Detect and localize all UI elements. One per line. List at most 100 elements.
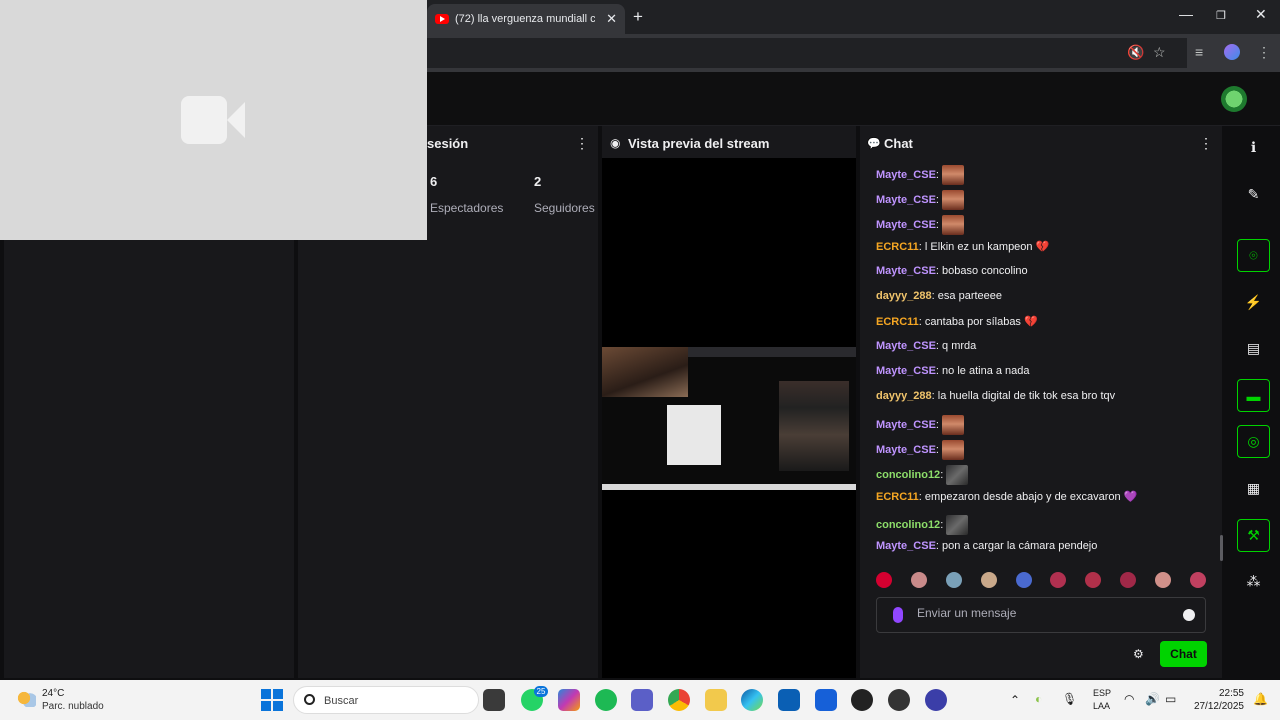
chat-username[interactable]: Mayte_CSE [876,265,936,277]
chat-username[interactable]: concolino12 [876,519,940,531]
chevron-up-icon[interactable]: ⌃ [1010,693,1020,707]
start-button[interactable] [261,689,283,711]
chat-username[interactable]: Mayte_CSE [876,419,936,431]
lightning-icon[interactable]: ⚡ [1237,286,1270,319]
battery-icon[interactable]: ▭ [1165,692,1176,706]
clock-time[interactable]: 22:55 [1190,688,1244,699]
task-view-icon[interactable] [483,689,505,711]
chat-message: Mayte_CSE: [876,215,965,235]
microphone-tray-icon[interactable]: 🎙 [1062,692,1077,706]
emoji-icon[interactable] [1183,609,1195,621]
session-menu-icon[interactable]: ⋮ [575,135,589,152]
chat-message-input[interactable] [917,606,1157,620]
emote-suggestion[interactable] [945,572,962,588]
clapperboard-icon[interactable]: ▦ [1237,472,1270,505]
chat-bubble-icon: 💬 [867,138,881,150]
chat-emote[interactable] [942,215,965,235]
spotify-icon[interactable] [595,689,617,711]
copilot-icon[interactable] [558,689,580,711]
camera-focus-icon[interactable]: ⌾ [1237,239,1270,272]
emote-suggestion[interactable] [876,572,892,588]
media-control-icon[interactable]: ≡ [1195,44,1203,60]
emote-suggestion[interactable] [1189,572,1206,588]
wrench-icon[interactable]: ⚒ [1237,519,1270,552]
pencil-icon[interactable]: ✎ [1237,178,1270,211]
store-icon[interactable] [778,689,800,711]
chat-rail-icon[interactable]: ▬ [1237,379,1270,412]
user-avatar[interactable] [1221,86,1247,112]
close-tab-button[interactable]: ✕ [606,11,617,27]
chat-username[interactable]: dayyy_288 [876,290,932,302]
microphone-icon[interactable] [893,607,903,623]
weather-icon[interactable] [16,689,36,707]
chat-text: no le atina a nada [942,365,1030,377]
chat-username[interactable]: ECRC11 [876,491,919,503]
chat-username[interactable]: Mayte_CSE [876,365,936,377]
weather-description[interactable]: Parc. nublado [42,701,104,712]
edge-icon[interactable] [741,689,763,711]
chat-menu-icon[interactable]: ⋮ [1199,135,1213,152]
media-player-icon[interactable] [851,689,873,711]
chrome-icon[interactable] [668,689,690,711]
language-bottom[interactable]: LAA [1093,701,1110,711]
chat-message: ECRC11: l Elkin ez un kampeon 💔 [876,240,1049,253]
chat-emote[interactable] [946,465,969,485]
minimize-button[interactable]: — [1179,6,1193,22]
video-call-overlay[interactable] [0,0,427,240]
close-window-button[interactable]: ✕ [1255,6,1267,23]
clock-date[interactable]: 27/12/2025 [1190,701,1244,712]
emote-suggestion[interactable] [1120,572,1137,588]
teams-icon[interactable] [631,689,653,711]
chat-emote[interactable] [942,190,965,210]
emote-suggestion[interactable] [1155,572,1171,588]
omnibox[interactable] [427,38,1187,68]
emote-suggestion[interactable] [980,572,997,588]
bookmark-star-icon[interactable]: ☆ [1153,44,1166,61]
browser-tab[interactable]: (72) lla verguenza mundiall con ✕ [427,4,625,34]
file-explorer-icon[interactable] [705,689,727,711]
share-icon[interactable]: ⁂ [1237,565,1270,598]
browser-menu-icon[interactable]: ⋮ [1257,44,1271,61]
wifi-icon[interactable]: ◠ [1124,692,1134,706]
chat-scrollbar[interactable] [1220,535,1223,561]
chat-emote[interactable] [942,440,965,460]
chat-username[interactable]: Mayte_CSE [876,194,936,206]
active-app-icon[interactable] [925,689,947,711]
obs-icon[interactable] [888,689,910,711]
broadcast-icon[interactable]: ◎ [1237,425,1270,458]
chat-username[interactable]: ECRC11 [876,241,919,253]
chat-send-button[interactable]: Chat [1160,641,1207,667]
maximize-button[interactable]: ❐ [1216,9,1226,22]
tray-app-icon[interactable]: ◐ [1035,692,1042,706]
chat-username[interactable]: dayyy_288 [876,390,932,402]
chat-username[interactable]: ECRC11 [876,316,919,328]
mute-icon[interactable]: 🔇 [1127,44,1144,61]
weather-temperature[interactable]: 24°C [42,688,64,699]
language-top[interactable]: ESP [1093,688,1111,698]
app-icon[interactable] [815,689,837,711]
new-tab-button[interactable]: + [633,7,643,27]
taskbar-search[interactable]: Buscar [293,686,479,714]
chat-emote[interactable] [942,415,965,435]
emote-suggestion[interactable] [1085,572,1102,588]
emote-suggestion[interactable] [1015,572,1032,588]
chat-settings-icon[interactable]: ⚙ [1133,647,1144,661]
chat-message: Mayte_CSE: [876,440,965,460]
chat-username[interactable]: concolino12 [876,469,940,481]
followers-label: Seguidores [534,201,595,215]
chat-emote[interactable] [942,165,965,185]
chat-emote[interactable] [946,515,969,535]
info-icon[interactable]: ℹ [1237,131,1270,164]
chat-username[interactable]: Mayte_CSE [876,340,936,352]
chat-username[interactable]: Mayte_CSE [876,540,936,552]
document-icon[interactable]: ▤ [1237,332,1270,365]
emote-suggestion[interactable] [1050,572,1067,588]
profile-avatar[interactable] [1224,44,1240,60]
volume-icon[interactable]: 🔊 [1145,692,1160,706]
emote-suggestion[interactable] [910,572,927,588]
chat-username[interactable]: Mayte_CSE [876,169,936,181]
chat-username[interactable]: Mayte_CSE [876,444,936,456]
chat-message: Mayte_CSE: [876,165,965,185]
notification-icon[interactable]: 🔔 [1253,692,1268,706]
chat-username[interactable]: Mayte_CSE [876,219,936,231]
